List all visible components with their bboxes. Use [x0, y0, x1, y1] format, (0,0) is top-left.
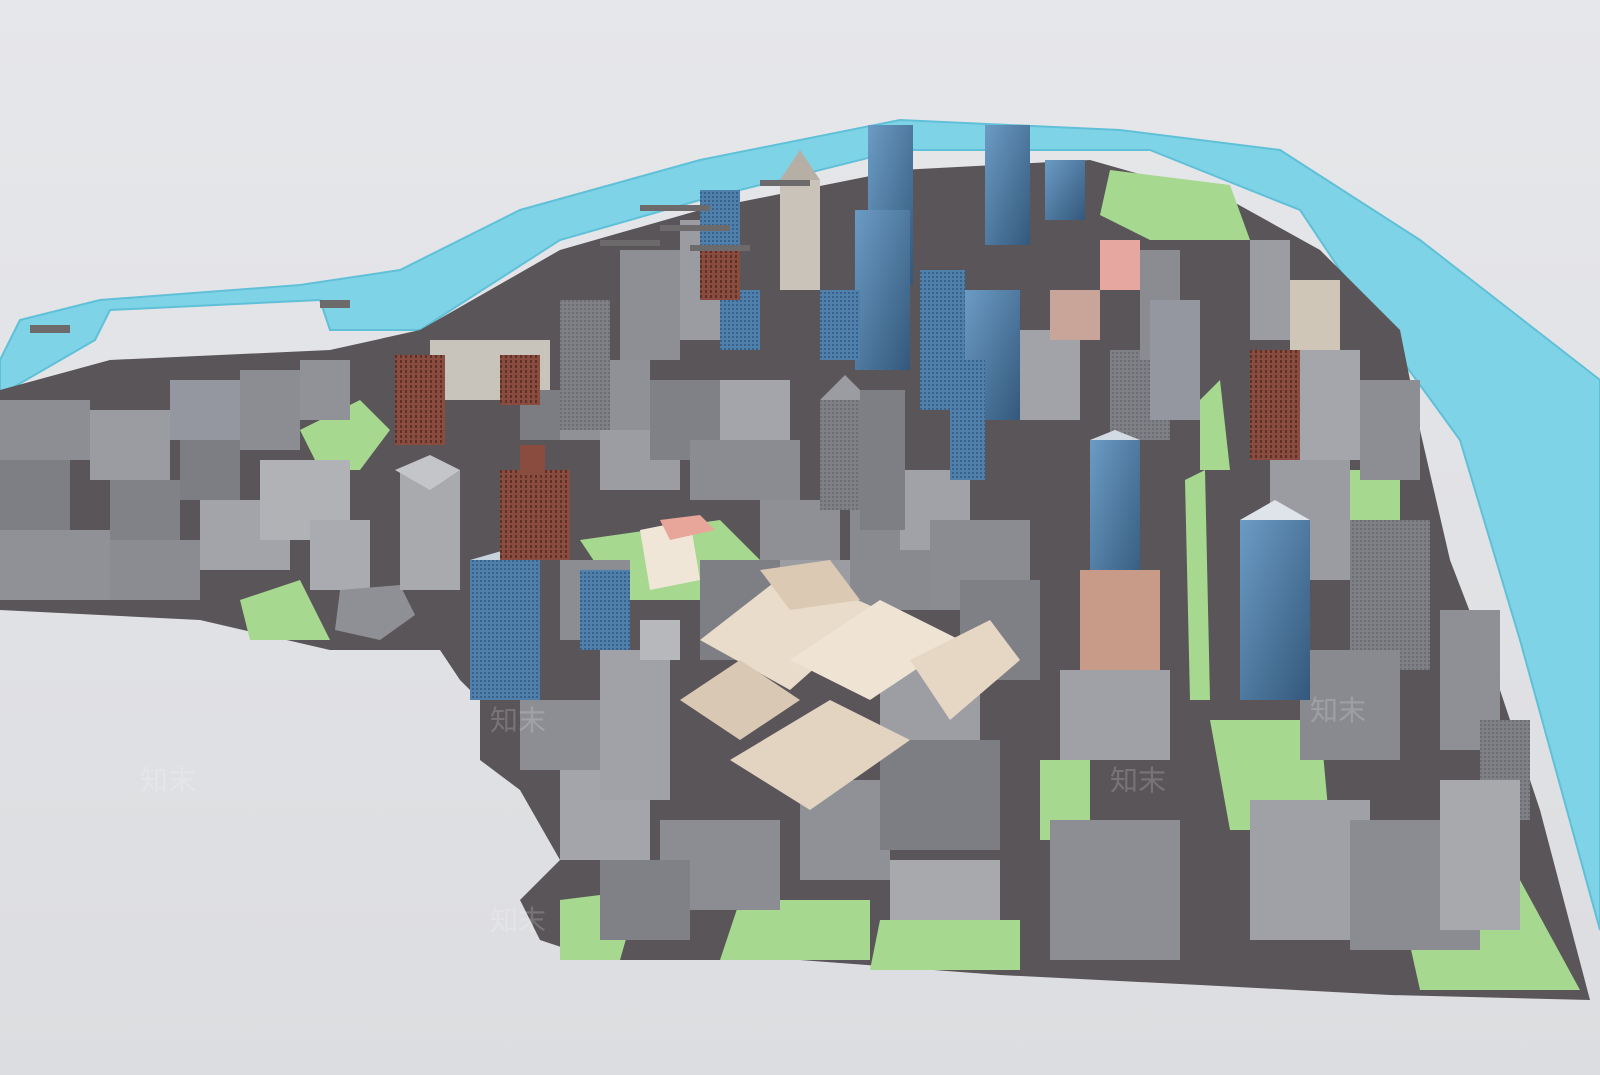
watermark-text: 知末	[1310, 694, 1366, 727]
watermark-text: 知末	[490, 904, 546, 937]
watermark-text: 知末	[490, 704, 546, 737]
city-model-render: 知末 知末 知末 知末 知末	[0, 0, 1600, 1075]
watermark-text: 知末	[140, 764, 196, 797]
watermark-text: 知末	[1110, 764, 1166, 797]
